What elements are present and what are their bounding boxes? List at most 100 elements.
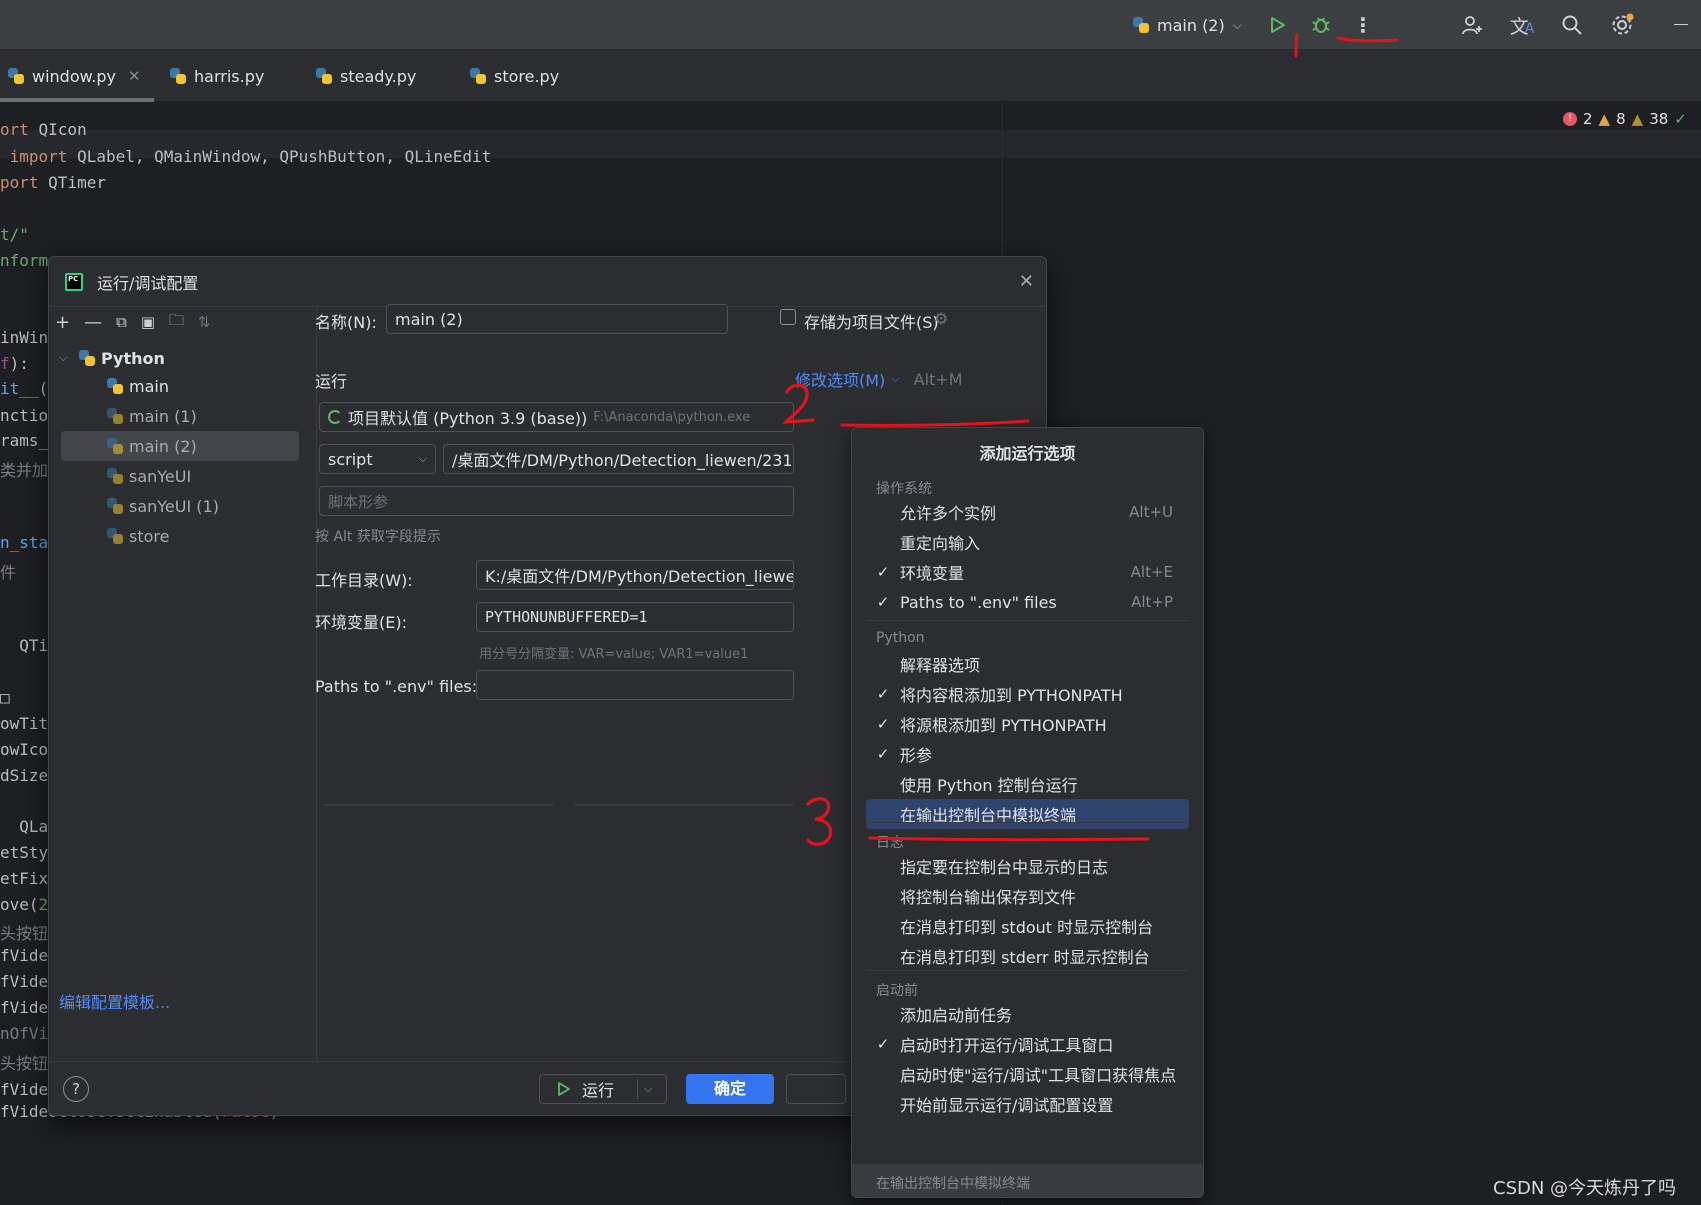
- check-icon: ✓: [876, 593, 890, 611]
- interpreter-select[interactable]: 项目默认值 (Python 3.9 (base)) F:\Anaconda\py…: [319, 402, 794, 432]
- popup-option-label: 解释器选项: [900, 656, 981, 675]
- workdir-label: 工作目录(W):: [315, 571, 413, 590]
- check-icon: ✓: [876, 1035, 890, 1053]
- popup-option[interactable]: 在输出控制台中模拟终端: [866, 799, 1189, 829]
- code-token: owIco: [0, 740, 49, 759]
- code-token: nOfVi: [0, 1024, 49, 1043]
- popup-option[interactable]: 在消息打印到 stdout 时显示控制台: [866, 911, 1189, 941]
- run-config-selector[interactable]: main (2) ⌵: [1133, 12, 1242, 38]
- store-as-file-label[interactable]: 存储为项目文件(S): [804, 309, 939, 333]
- tab-harris-py[interactable]: harris.py: [170, 50, 264, 102]
- env-field[interactable]: PYTHONUNBUFFERED=1: [476, 602, 794, 632]
- popup-option[interactable]: ✓ 形参: [866, 739, 1189, 769]
- new-folder-icon[interactable]: 🗀: [169, 310, 184, 335]
- ok-button[interactable]: 确定: [686, 1074, 774, 1104]
- close-icon[interactable]: ✕: [128, 67, 141, 85]
- popup-option[interactable]: 启动时使"运行/调试"工具窗口获得焦点: [866, 1059, 1189, 1089]
- popup-option[interactable]: 添加启动前任务: [866, 999, 1189, 1029]
- add-user-icon[interactable]: [1458, 11, 1486, 39]
- tree-item-config[interactable]: store: [107, 521, 169, 551]
- popup-option-label: 使用 Python 控制台运行: [900, 776, 1078, 795]
- popup-option-label: 开始前显示运行/调试配置设置: [900, 1096, 1114, 1115]
- modify-options-link[interactable]: 修改选项(M) ⌵ Alt+M: [795, 367, 963, 391]
- save-icon[interactable]: ▣: [141, 313, 155, 331]
- translate-icon[interactable]: 文A: [1508, 11, 1536, 39]
- popup-option[interactable]: 在消息打印到 stderr 时显示控制台: [866, 941, 1189, 971]
- python-file-icon: [8, 68, 24, 84]
- inspection-widget[interactable]: ! 2 ▲ 8 ▲ 38 ✓: [1563, 110, 1687, 128]
- help-icon[interactable]: ?: [63, 1076, 89, 1102]
- popup-option[interactable]: ✓ Paths to ".env" files Alt+P: [866, 587, 1189, 617]
- settings-icon[interactable]: [1608, 11, 1636, 39]
- copy-icon[interactable]: ⧉: [116, 313, 127, 331]
- workdir-field[interactable]: K:/桌面文件/DM/Python/Detection_liewen/2: [476, 560, 794, 590]
- popup-option[interactable]: 解释器选项: [866, 649, 1189, 679]
- edit-templates-link[interactable]: 编辑配置模板...: [59, 989, 170, 1013]
- code-line: nform: [0, 251, 48, 270]
- tree-item-config[interactable]: main (1): [107, 401, 197, 431]
- tree-item-config[interactable]: main (2): [107, 431, 197, 461]
- popup-option[interactable]: 使用 Python 控制台运行: [866, 769, 1189, 799]
- tree-root-label: Python: [101, 348, 165, 368]
- python-icon: [1133, 17, 1149, 33]
- separator: [866, 970, 1189, 971]
- code-token: dSize: [0, 766, 49, 785]
- popup-option[interactable]: 指定要在控制台中显示的日志: [866, 851, 1189, 881]
- popup-option[interactable]: ✓ 环境变量 Alt+E: [866, 557, 1189, 587]
- close-icon[interactable]: ✕: [1019, 271, 1034, 292]
- chevron-down-icon: ⌵: [1232, 17, 1242, 32]
- run-config-label: main (2): [1157, 15, 1225, 35]
- weak-warning-icon: ▲: [1631, 110, 1644, 128]
- python-icon: [107, 528, 123, 544]
- run-icon[interactable]: [1264, 12, 1290, 38]
- code-token: fVide: [0, 998, 49, 1017]
- tab-steady-py[interactable]: steady.py: [316, 50, 416, 102]
- popup-option[interactable]: 重定向输入: [866, 527, 1189, 557]
- warning-icon: ▲: [1598, 110, 1611, 128]
- popup-section-header: Python: [876, 630, 925, 646]
- cancel-button[interactable]: [786, 1074, 846, 1104]
- store-as-file-checkbox[interactable]: [780, 309, 796, 325]
- script-path-field[interactable]: /桌面文件/DM/Python/Detection_liewen/231218/: [443, 444, 794, 474]
- check-icon: ✓: [1674, 110, 1687, 128]
- popup-option[interactable]: ✓ 将源根添加到 PYTHONPATH: [866, 709, 1189, 739]
- code-line: it__(: [0, 379, 48, 398]
- script-type-select[interactable]: script ⌵: [319, 444, 436, 474]
- popup-option[interactable]: 开始前显示运行/调试配置设置: [866, 1089, 1189, 1119]
- remove-icon[interactable]: —: [84, 312, 102, 333]
- script-params-field[interactable]: 脚本形参: [319, 486, 794, 516]
- debug-icon[interactable]: [1308, 12, 1334, 38]
- run-button[interactable]: 运行 ⌵: [539, 1074, 667, 1104]
- add-icon[interactable]: +: [55, 312, 70, 333]
- gear-icon[interactable]: ⚙: [934, 309, 948, 328]
- code-token: ort: [0, 120, 39, 139]
- tab-store-py[interactable]: store.py: [470, 50, 559, 102]
- alt-hint: 按 Alt 获取字段提示: [315, 529, 441, 545]
- tab-label: store.py: [494, 66, 560, 86]
- sort-icon[interactable]: ⇅: [198, 313, 211, 331]
- chevron-down-icon[interactable]: ⌵: [644, 1082, 652, 1096]
- minimize-icon[interactable]: [1674, 24, 1688, 25]
- code-token: nctio: [0, 406, 49, 425]
- tree-root-python[interactable]: ⌵ Python: [59, 343, 165, 373]
- code-token: 类并加: [0, 461, 49, 480]
- tree-item-config[interactable]: sanYeUI: [107, 461, 191, 491]
- popup-option[interactable]: 允许多个实例 Alt+U: [866, 497, 1189, 527]
- code-line: □: [0, 688, 10, 707]
- more-icon[interactable]: ⋮: [1350, 12, 1376, 38]
- tree-item-config[interactable]: sanYeUI (1): [107, 491, 219, 521]
- popup-option[interactable]: 将控制台输出保存到文件: [866, 881, 1189, 911]
- divider: [574, 804, 794, 806]
- check-icon: ✓: [876, 745, 890, 763]
- code-token: t/": [0, 225, 29, 244]
- dotenv-field[interactable]: [476, 670, 794, 700]
- popup-option-shortcut: Alt+E: [1130, 563, 1173, 581]
- run-button-label: 运行: [582, 1081, 615, 1100]
- popup-option[interactable]: ✓ 启动时打开运行/调试工具窗口: [866, 1029, 1189, 1059]
- popup-option[interactable]: ✓ 将内容根添加到 PYTHONPATH: [866, 679, 1189, 709]
- name-field[interactable]: main (2): [386, 304, 728, 334]
- tab-window-py[interactable]: window.py ✕: [8, 50, 154, 102]
- tree-item-config[interactable]: main: [107, 371, 169, 401]
- code-token: owTit: [0, 714, 49, 733]
- search-icon[interactable]: [1558, 11, 1586, 39]
